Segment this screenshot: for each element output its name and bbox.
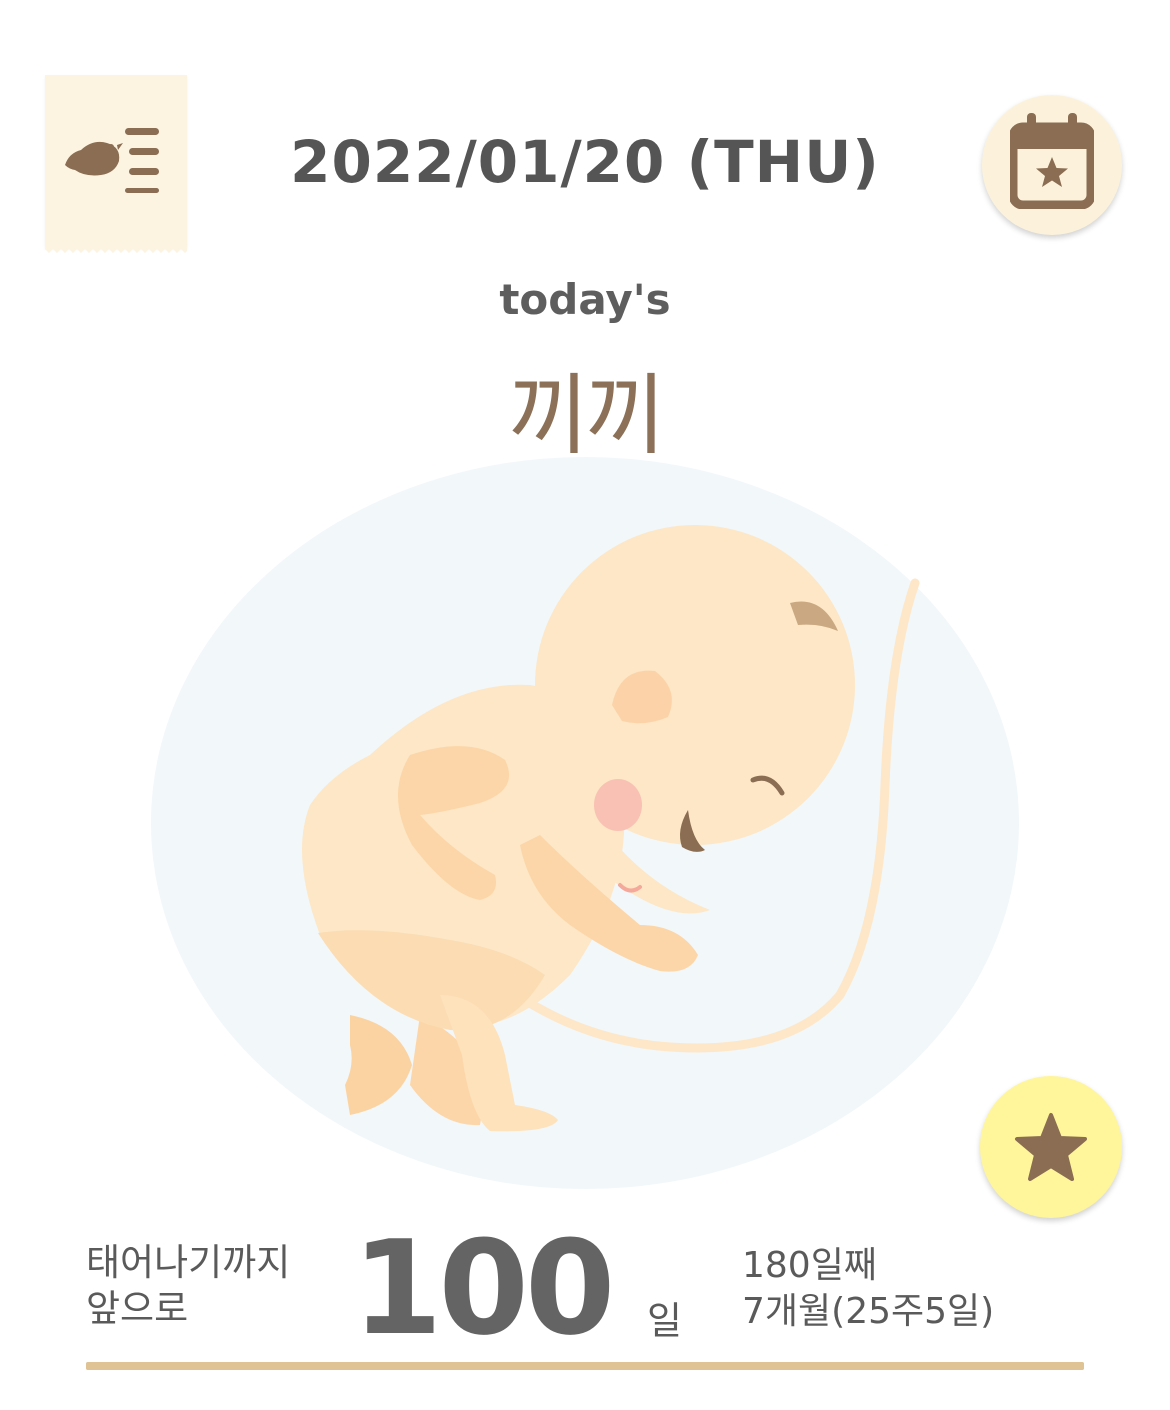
calendar-button[interactable] <box>982 95 1122 235</box>
baby-name: 끼끼 <box>508 364 666 467</box>
countdown-label: 태어나기까지 앞으로 <box>86 1240 290 1332</box>
zigzag-edge <box>45 245 187 253</box>
days-unit: 일 <box>647 1299 682 1343</box>
countdown-label-line2: 앞으로 <box>86 1287 189 1330</box>
favorite-button[interactable] <box>980 1076 1122 1218</box>
days-remaining: 100 <box>352 1212 615 1364</box>
star-icon <box>1015 1113 1087 1181</box>
day-count: 180일째 <box>742 1245 877 1286</box>
pregnancy-progress-bar <box>86 1362 1084 1370</box>
progress-fill <box>86 1362 1084 1370</box>
todays-label: today's <box>499 275 671 324</box>
fetus-illustration <box>151 457 1019 1189</box>
countdown-label-line1: 태어나기까지 <box>86 1241 291 1284</box>
pregnancy-age: 180일째 7개월(25주5일) <box>742 1243 994 1335</box>
calendar-star-icon <box>1010 113 1094 209</box>
month-week: 7개월(25주5일) <box>742 1291 995 1332</box>
